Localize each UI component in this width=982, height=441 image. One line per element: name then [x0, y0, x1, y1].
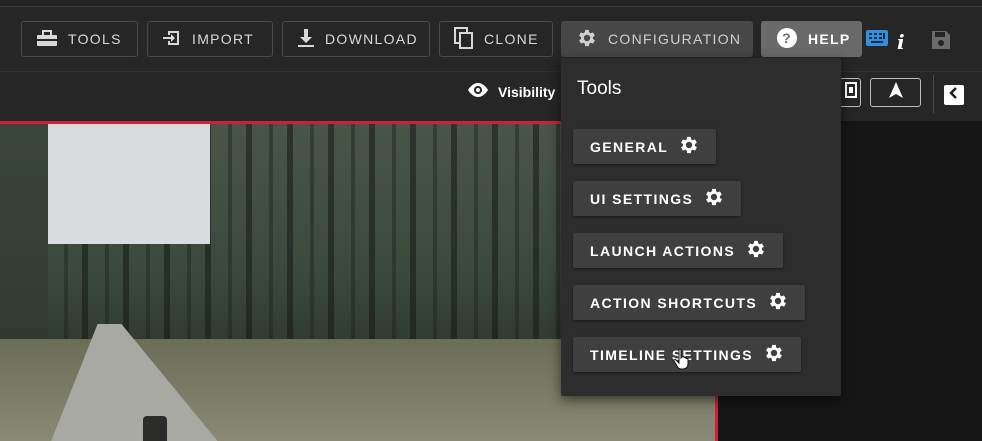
- subbar-divider: [933, 75, 934, 113]
- menu-item-ui-settings[interactable]: UI SETTINGS: [573, 181, 742, 216]
- clone-button[interactable]: CLONE: [439, 21, 553, 57]
- window-top-strip: [0, 0, 982, 7]
- sky-area: [40, 124, 210, 244]
- visibility-label: Visibility: [498, 83, 556, 100]
- menu-item-label: ACTION SHORTCUTS: [590, 294, 758, 311]
- gear-icon: [678, 134, 700, 159]
- menu-item-label: TIMELINE SETTINGS: [590, 346, 754, 363]
- menu-item-label: LAUNCH ACTIONS: [590, 242, 736, 259]
- import-button-label: IMPORT: [192, 31, 254, 47]
- clone-button-label: CLONE: [484, 31, 539, 47]
- chevron-left-icon: [948, 86, 960, 104]
- visibility-toggle[interactable]: Visibility: [466, 82, 555, 101]
- collapse-panel-button[interactable]: [944, 85, 964, 105]
- gear-icon: [576, 27, 598, 52]
- info-icon[interactable]: i: [897, 30, 911, 54]
- gear-icon: [703, 186, 725, 211]
- navigate-icon: [888, 81, 904, 104]
- save-icon[interactable]: [930, 29, 952, 56]
- help-button-label: HELP: [808, 31, 851, 47]
- download-button[interactable]: DOWNLOAD: [282, 21, 430, 57]
- configuration-dropdown: Tools GENERAL UI SETTINGS LAUNCH ACTIONS…: [561, 58, 841, 396]
- keyboard-icon[interactable]: [866, 30, 888, 51]
- toolbox-icon: [36, 29, 58, 50]
- menu-item-label: UI SETTINGS: [590, 190, 694, 207]
- tools-button[interactable]: TOOLS: [21, 21, 138, 57]
- fit-icon: [844, 82, 859, 103]
- menu-item-launch-actions[interactable]: LAUNCH ACTIONS: [573, 233, 784, 268]
- import-button[interactable]: IMPORT: [147, 21, 273, 57]
- download-icon: [297, 28, 315, 51]
- menu-item-action-shortcuts[interactable]: ACTION SHORTCUTS: [573, 285, 806, 320]
- help-button[interactable]: ? HELP: [761, 21, 862, 57]
- tools-button-label: TOOLS: [68, 31, 122, 47]
- svg-text:?: ?: [782, 30, 792, 46]
- configuration-button-label: CONFIGURATION: [608, 31, 742, 47]
- gear-icon: [763, 342, 785, 367]
- eye-icon: [466, 82, 490, 101]
- navigate-button[interactable]: [870, 78, 921, 107]
- dropdown-title: Tools: [577, 78, 622, 99]
- road-post: [143, 416, 167, 441]
- download-button-label: DOWNLOAD: [325, 31, 418, 47]
- gear-icon: [767, 290, 789, 315]
- gear-icon: [745, 238, 767, 263]
- import-icon: [162, 28, 182, 51]
- clone-icon: [454, 26, 474, 52]
- hand-pointer-icon: [673, 348, 691, 375]
- menu-item-general[interactable]: GENERAL: [573, 129, 717, 164]
- menu-item-label: GENERAL: [590, 138, 669, 155]
- configuration-button[interactable]: CONFIGURATION: [561, 21, 753, 57]
- help-icon: ?: [776, 27, 798, 52]
